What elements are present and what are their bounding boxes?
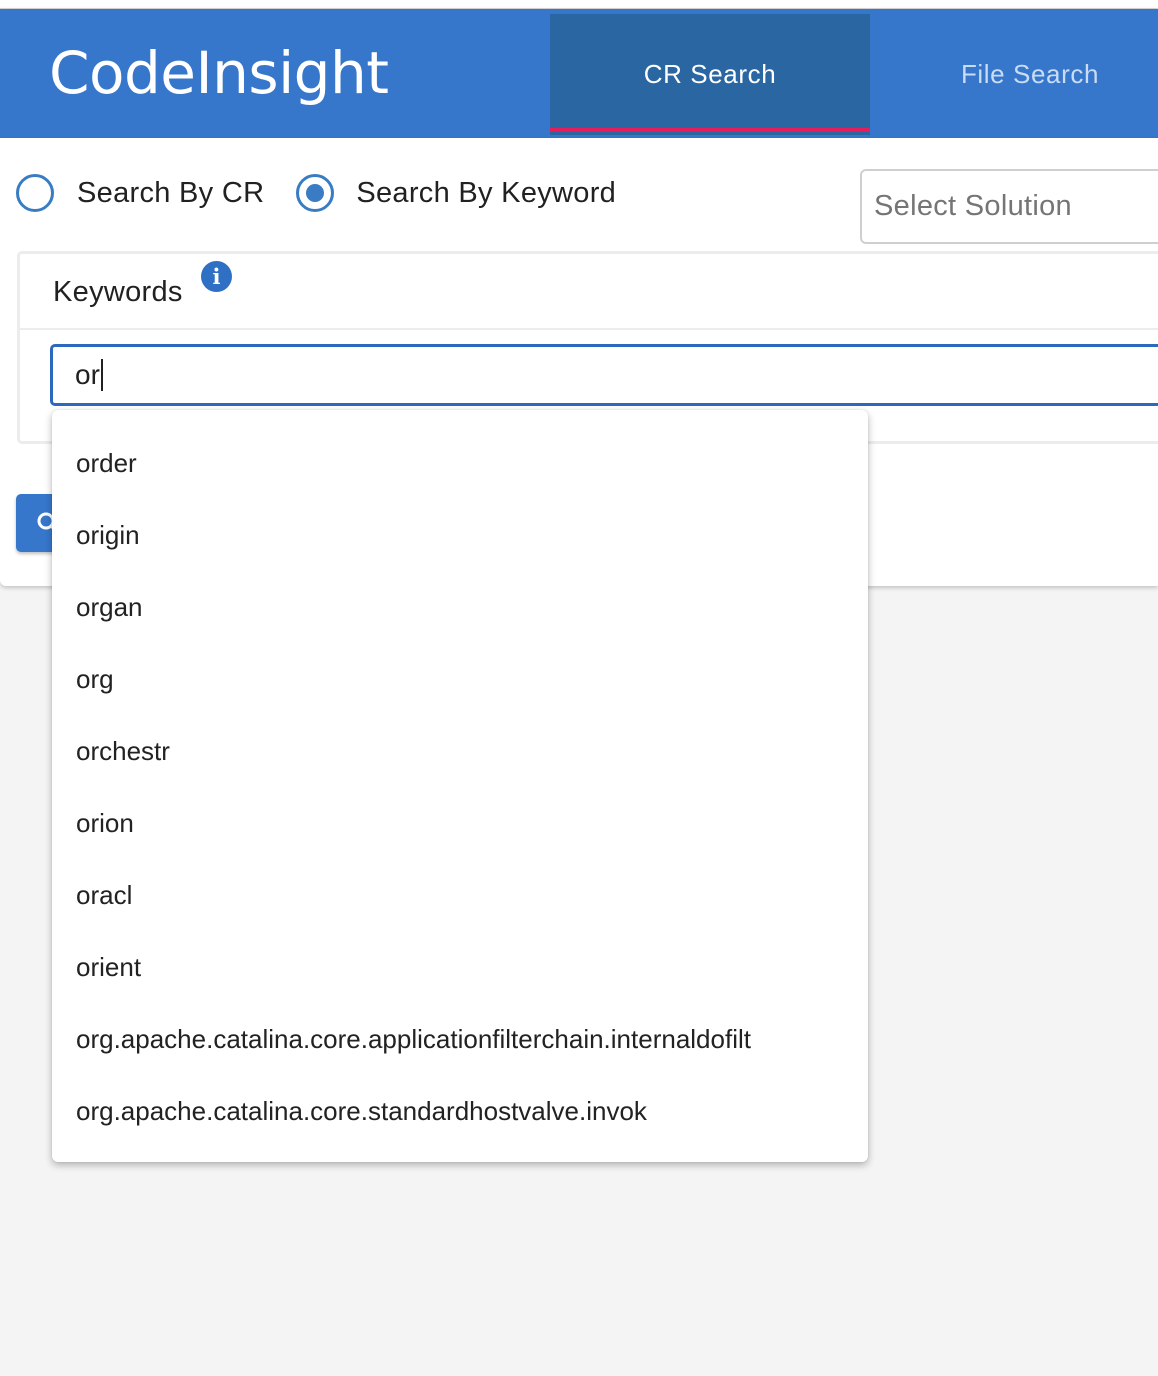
search-mode-group: Search By CR Search By Keyword [16, 174, 616, 212]
autocomplete-option[interactable]: org [52, 643, 868, 715]
tab-file-search[interactable]: File Search [870, 14, 1158, 135]
autocomplete-option[interactable]: order [52, 427, 868, 499]
autocomplete-option[interactable]: orient [52, 931, 868, 1003]
keywords-title: Keywords [53, 276, 183, 308]
app-title: CodeInsight [49, 39, 389, 107]
search-by-keyword-radio[interactable] [296, 174, 335, 212]
info-icon[interactable]: i [201, 261, 232, 292]
autocomplete-option[interactable]: orchestr [52, 715, 868, 787]
autocomplete-option[interactable]: org.apache.catalina.core.standardhostval… [52, 1075, 868, 1147]
autocomplete-option[interactable]: orion [52, 787, 868, 859]
active-tab-indicator [550, 128, 870, 132]
keyword-input-value: or [75, 359, 100, 390]
select-solution-dropdown[interactable]: Select Solution [860, 169, 1158, 244]
autocomplete-dropdown: order origin organ org orchestr orion or… [52, 410, 868, 1162]
tab-cr-search[interactable]: CR Search [550, 14, 870, 135]
autocomplete-option[interactable]: origin [52, 499, 868, 571]
keywords-header: Keywords i [20, 254, 1158, 330]
autocomplete-option[interactable]: oracl [52, 859, 868, 931]
autocomplete-option[interactable]: org.apache.catalina.core.applicationfilt… [52, 1003, 868, 1075]
text-caret [100, 359, 103, 391]
app-bar: CodeInsight CR Search File Search [0, 9, 1158, 138]
autocomplete-option[interactable]: organ [52, 571, 868, 643]
search-by-cr-radio[interactable] [16, 174, 54, 212]
browser-top-edge [0, 0, 1158, 9]
search-by-cr-label[interactable]: Search By CR [77, 177, 264, 210]
keyword-input[interactable]: or [50, 344, 1158, 406]
search-by-keyword-label[interactable]: Search By Keyword [356, 177, 616, 210]
